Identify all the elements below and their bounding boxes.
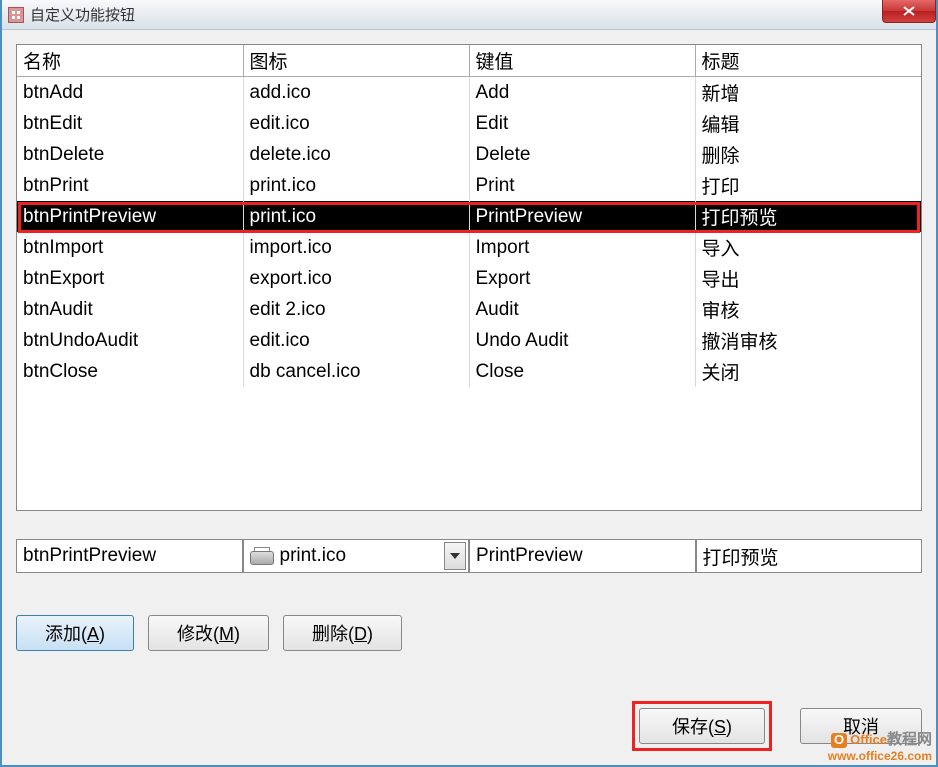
cell-key: Undo Audit [469,325,695,356]
cell-caption: 编辑 [695,108,921,139]
cell-key: Delete [469,139,695,170]
watermark-suffix: 教程网 [887,731,932,748]
cell-name: btnAdd [17,77,243,109]
app-icon [8,7,24,23]
table-row[interactable]: btnUndoAuditedit.icoUndo Audit撤消审核 [17,325,921,356]
watermark: OOffice教程网 www.office26.com [828,732,932,763]
delete-button-label: 删除(D) [312,620,373,646]
dialog-button-row: 保存(S) 取消 [16,701,922,751]
cell-caption: 删除 [695,139,921,170]
table-row[interactable]: btnAddadd.icoAdd新增 [17,77,921,109]
cell-caption: 导入 [695,232,921,263]
cell-key: PrintPreview [469,201,695,232]
cell-icon: edit.ico [243,325,469,356]
cell-icon: print.ico [243,170,469,201]
icon-combo-text: print.ico [280,545,347,567]
close-button[interactable] [882,0,936,23]
cell-name: btnDelete [17,139,243,170]
key-input-text: PrintPreview [476,545,583,567]
cell-icon: delete.ico [243,139,469,170]
cell-caption: 打印预览 [695,201,921,232]
key-input[interactable]: PrintPreview [469,539,696,573]
cell-key: Add [469,77,695,109]
cell-caption: 关闭 [695,356,921,387]
cell-icon: db cancel.ico [243,356,469,387]
close-icon [903,6,915,16]
cell-icon: import.ico [243,232,469,263]
cell-caption: 撤消审核 [695,325,921,356]
cell-icon: edit.ico [243,108,469,139]
table-row[interactable]: btnPrintprint.icoPrint打印 [17,170,921,201]
icon-combobox[interactable]: print.ico [243,539,470,573]
cell-caption: 导出 [695,263,921,294]
table-row[interactable]: btnDeletedelete.icoDelete删除 [17,139,921,170]
cell-key: Export [469,263,695,294]
save-button-label: 保存(S) [672,713,732,739]
cell-name: btnClose [17,356,243,387]
col-header-name[interactable]: 名称 [17,45,243,77]
action-button-row: 添加(A) 修改(M) 删除(D) [16,615,922,651]
cell-icon: add.ico [243,77,469,109]
data-table[interactable]: 名称 图标 键值 标题 btnAddadd.icoAdd新增btnEditedi… [17,45,921,387]
table-row[interactable]: btnPrintPreviewprint.icoPrintPreview打印预览 [17,201,921,232]
cell-caption: 审核 [695,294,921,325]
cell-caption: 打印 [695,170,921,201]
cell-key: Audit [469,294,695,325]
delete-button[interactable]: 删除(D) [283,615,402,651]
editor-row: btnPrintPreview print.ico PrintPreview 打… [16,539,922,573]
table-row[interactable]: btnEditedit.icoEdit编辑 [17,108,921,139]
save-highlight: 保存(S) [632,701,772,751]
dropdown-button[interactable] [444,542,466,570]
cell-key: Close [469,356,695,387]
cell-name: btnEdit [17,108,243,139]
content-area: 名称 图标 键值 标题 btnAddadd.icoAdd新增btnEditedi… [2,30,936,765]
table-row[interactable]: btnImportimport.icoImport导入 [17,232,921,263]
printer-icon [250,547,272,565]
edit-button[interactable]: 修改(M) [148,615,269,651]
col-header-caption[interactable]: 标题 [695,45,921,77]
table-row[interactable]: btnExportexport.icoExport导出 [17,263,921,294]
name-input-text: btnPrintPreview [23,545,156,567]
table-row[interactable]: btnClosedb cancel.icoClose关闭 [17,356,921,387]
add-button-label: 添加(A) [45,620,105,646]
cell-icon: export.ico [243,263,469,294]
cell-key: Import [469,232,695,263]
window-title: 自定义功能按钮 [30,4,135,25]
cell-name: btnPrintPreview [17,201,243,232]
cell-key: Edit [469,108,695,139]
cell-icon: print.ico [243,201,469,232]
cell-icon: edit 2.ico [243,294,469,325]
watermark-brand: Office [850,732,887,747]
watermark-url: www.office26.com [828,749,932,763]
edit-button-label: 修改(M) [177,620,240,646]
table-row[interactable]: btnAuditedit 2.icoAudit审核 [17,294,921,325]
caption-input-text: 打印预览 [703,543,779,570]
caption-input[interactable]: 打印预览 [696,539,923,573]
cell-name: btnUndoAudit [17,325,243,356]
cell-name: btnAudit [17,294,243,325]
cell-caption: 新增 [695,77,921,109]
dialog-window: 自定义功能按钮 名称 图标 键值 标题 btn [0,0,938,767]
cell-key: Print [469,170,695,201]
cell-name: btnExport [17,263,243,294]
name-input[interactable]: btnPrintPreview [16,539,243,573]
cell-name: btnImport [17,232,243,263]
add-button[interactable]: 添加(A) [16,615,134,651]
data-table-wrap: 名称 图标 键值 标题 btnAddadd.icoAdd新增btnEditedi… [16,44,922,511]
col-header-icon[interactable]: 图标 [243,45,469,77]
cell-name: btnPrint [17,170,243,201]
col-header-key[interactable]: 键值 [469,45,695,77]
save-button[interactable]: 保存(S) [639,708,765,744]
titlebar: 自定义功能按钮 [2,0,936,30]
